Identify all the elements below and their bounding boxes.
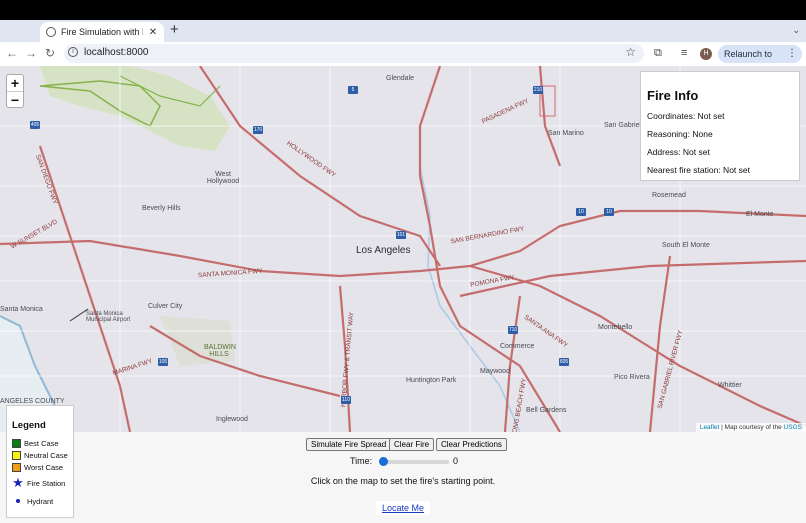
highway-shield-icon: 405 [30,121,40,129]
map-label: Bell Gardens [526,407,567,414]
legend-label: Best Case [24,438,59,448]
legend-panel: Legend Best Case Neutral Case Worst Case… [6,405,74,518]
tab-strip: Fire Simulation with Real-Tim ✕ [0,20,806,42]
fire-info-title: Fire Info [647,88,699,103]
screen-top-bar [0,0,806,20]
tab-title: Fire Simulation with Real-Tim [61,27,143,37]
time-label: Time: [350,456,373,466]
media-controls-icon[interactable]: ≡ [681,47,687,59]
leaflet-link[interactable]: Leaflet [700,424,720,431]
highway-shield-icon: 710 [508,326,518,334]
extensions-icon[interactable]: ⧉ [654,47,662,60]
back-icon[interactable]: ← [5,46,19,60]
highway-shield-icon: 210 [533,86,543,94]
bookmark-star-icon[interactable]: ☆ [625,45,636,59]
highway-shield-icon: 10 [604,208,614,216]
simulate-fire-button[interactable]: Simulate Fire Spread [306,438,392,451]
locate-me-link[interactable]: Locate Me [376,501,430,515]
coordinates-text: Coordinates: Not set [647,111,725,121]
address-text: Address: Not set [647,147,710,157]
tab-search-icon[interactable]: ⌄ [792,25,800,36]
legend-label: Fire Station [27,478,66,488]
zoom-control: + − [6,74,24,108]
map-label: West Hollywood [206,171,240,185]
map-label: Santa Monica [0,306,43,313]
legend-item: Neutral Case [12,449,68,461]
hydrant-dot-icon [16,499,20,503]
legend-label: Hydrant [27,496,54,506]
close-tab-icon[interactable]: ✕ [148,27,158,38]
globe-icon [46,27,56,37]
reload-icon[interactable]: ↻ [43,46,57,60]
menu-dots-icon[interactable]: ⋮ [787,45,797,63]
best-case-swatch [12,438,21,448]
map-label: Culver City [148,303,183,310]
map-label: South El Monte [662,242,710,249]
highway-shield-icon: 605 [559,358,569,366]
legend-item: ★ Fire Station [12,475,68,490]
time-value: 0 [453,456,459,466]
map-label: El Monte [746,211,774,218]
reasoning-text: Reasoning: None [647,129,713,139]
legend-item: Hydrant [12,495,68,507]
fire-station-star-icon: ★ [12,475,24,490]
map-label: ANGELES COUNTY [0,398,65,405]
avatar[interactable]: H [700,48,712,60]
site-info-icon[interactable]: i [68,47,78,57]
map-label: Glendale [386,75,415,82]
attribution-text: | Map courtesy of the [721,424,782,431]
map-label: San Gabriel [604,122,641,129]
zoom-out-button[interactable]: − [7,91,23,108]
map-label: Inglewood [216,416,248,423]
usgs-link[interactable]: USGS [784,424,802,431]
map-label: Beverly Hills [142,205,181,212]
neutral-case-swatch [12,450,21,460]
highway-shield-icon: 10 [576,208,586,216]
time-slider[interactable] [379,457,449,466]
map-label: Montebello [598,324,633,331]
address-bar[interactable]: i localhost:8000 ☆ [64,44,644,63]
map-label: BALDWIN HILLS [204,344,236,358]
legend-label: Neutral Case [24,450,68,460]
map-label: Los Angeles [356,245,411,256]
highway-shield-icon: 5 [348,86,358,94]
legend-item: Best Case [12,437,68,449]
zoom-in-button[interactable]: + [7,75,23,91]
highway-shield-icon: 101 [396,231,406,239]
map-label: Maywood [480,368,510,375]
map-label: Pico Rivera [614,374,650,381]
nearest-station-text: Nearest fire station: Not set [647,165,750,175]
highway-shield-icon: 105 [158,358,168,366]
map-label: Santa Monica Municipal Airport [86,311,131,323]
legend-label: Worst Case [24,462,64,472]
map-label: Commerce [500,343,535,350]
relaunch-button[interactable]: Relaunch to update ⋮ [718,45,802,77]
clear-fire-button[interactable]: Clear Fire [389,438,435,451]
map-label: Rosemead [652,192,686,199]
browser-tab[interactable]: Fire Simulation with Real-Tim ✕ [40,22,164,42]
map-label: San Marino [548,130,584,137]
instruction-text: Click on the map to set the fire's start… [310,476,496,486]
highway-shield-icon: 170 [253,126,263,134]
slider-thumb[interactable] [379,457,388,466]
browser-toolbar: ← → ↻ i localhost:8000 ☆ ⧉ ≡ H Relaunch … [0,42,806,77]
url-text: localhost:8000 [84,47,149,58]
legend-item: Worst Case [12,461,68,473]
highway-shield-icon: 110 [341,396,351,404]
map-attribution: Leaflet | Map courtesy of the USGS [695,423,806,432]
worst-case-swatch [12,462,21,472]
forward-icon[interactable]: → [24,46,38,60]
map-label: Whittier [718,382,742,389]
clear-predictions-button[interactable]: Clear Predictions [436,438,507,451]
legend-title: Legend [12,420,46,431]
controls-panel: Simulate Fire Spread Clear Fire Clear Pr… [0,432,806,523]
map-label: Huntington Park [406,377,457,384]
new-tab-button[interactable]: + [170,22,179,37]
fire-info-panel: Fire Info Coordinates: Not set Reasoning… [640,71,800,181]
